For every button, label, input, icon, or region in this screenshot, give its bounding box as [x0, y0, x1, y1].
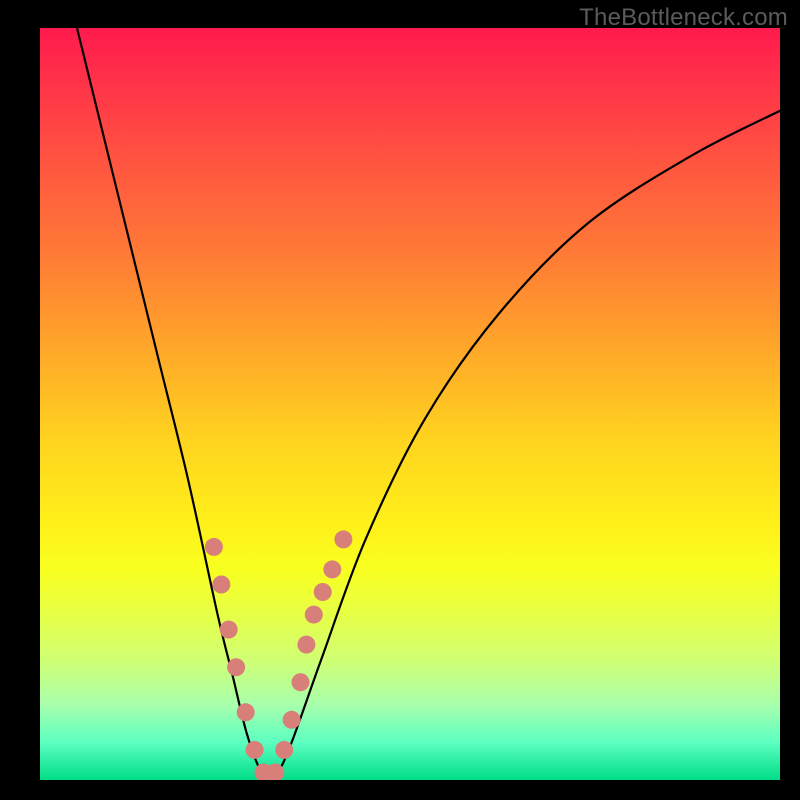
- bottleneck-curve-svg: [40, 28, 780, 780]
- highlight-dot: [227, 658, 245, 676]
- bottleneck-curve: [77, 28, 780, 777]
- chart-frame: TheBottleneck.com: [0, 0, 800, 800]
- highlight-dot: [323, 560, 341, 578]
- plot-area: [40, 28, 780, 780]
- highlight-dot: [297, 636, 315, 654]
- highlight-dot: [212, 576, 230, 594]
- highlight-dot: [292, 673, 310, 691]
- highlight-dot: [275, 741, 293, 759]
- highlight-dot: [205, 538, 223, 556]
- highlight-dot: [237, 703, 255, 721]
- highlight-dot: [314, 583, 332, 601]
- highlight-dot: [305, 606, 323, 624]
- highlight-dot: [220, 621, 238, 639]
- highlight-dot: [283, 711, 301, 729]
- highlight-dot: [246, 741, 264, 759]
- highlight-dot: [334, 530, 352, 548]
